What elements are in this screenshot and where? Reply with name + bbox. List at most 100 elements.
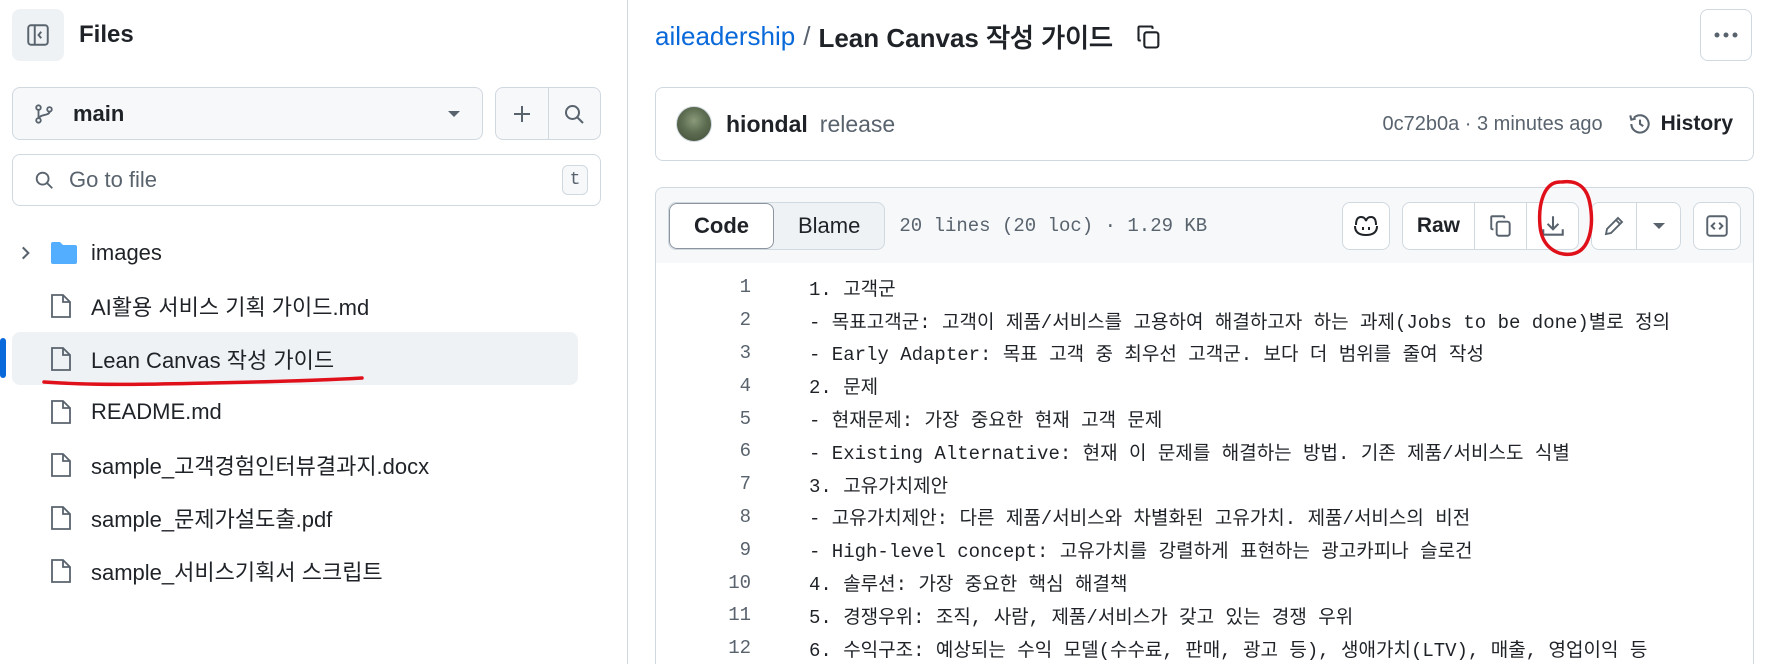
view-switcher: Code Blame	[668, 201, 886, 250]
plus-icon	[513, 105, 530, 122]
history-button[interactable]: History	[1627, 111, 1733, 137]
tree-item-label: images	[91, 239, 162, 265]
chevron-down-icon	[1652, 222, 1665, 229]
kebab-horizontal-icon	[1714, 32, 1738, 38]
copy-icon	[1489, 214, 1511, 237]
chevron-right-icon[interactable]	[16, 244, 34, 262]
line-number[interactable]: 12	[656, 637, 751, 659]
keyboard-shortcut-hint: t	[562, 165, 588, 195]
code-line: 12 6. 수익구조: 예상되는 수익 모델(수수료, 판매, 광고 등), 생애…	[656, 632, 1753, 664]
branch-selector[interactable]: main	[12, 87, 483, 140]
tree-item-file[interactable]: AI활용 서비스 기획 가이드.md	[0, 279, 628, 332]
edit-more-options-button[interactable]	[1636, 202, 1680, 249]
code-line: 9 - High-level concept: 고유가치를 강렬하게 표현하는 광…	[656, 533, 1753, 566]
download-raw-button[interactable]	[1526, 202, 1578, 249]
tree-item-label: AI활용 서비스 기획 가이드.md	[91, 294, 370, 320]
more-options-button[interactable]	[1700, 9, 1752, 61]
line-number[interactable]: 6	[656, 440, 751, 462]
tree-item-label: Lean Canvas 작성 가이드	[91, 347, 335, 373]
folder-icon	[51, 241, 77, 264]
search-icon	[565, 104, 584, 124]
copilot-icon	[1353, 215, 1378, 236]
edit-group	[1591, 201, 1681, 250]
file-info: 20 lines (20 loc) · 1.29 KB	[899, 214, 1208, 237]
tree-item-file-selected[interactable]: Lean Canvas 작성 가이드	[12, 332, 578, 385]
collapse-sidebar-button[interactable]	[12, 9, 64, 61]
line-number[interactable]: 5	[656, 408, 751, 430]
code-line: 2 - 목표고객군: 고객이 제품/서비스를 고용하여 해결하고자 하는 과제(J…	[656, 304, 1753, 337]
code-view: 1 1. 고객군 2 - 목표고객군: 고객이 제품/서비스를 고용하여 해결하고자 …	[655, 263, 1754, 664]
copilot-button[interactable]	[1341, 201, 1390, 250]
copy-raw-button[interactable]	[1474, 202, 1526, 249]
line-number[interactable]: 8	[656, 506, 751, 528]
raw-copy-download-group: Raw	[1401, 201, 1579, 250]
copy-icon	[1137, 24, 1160, 49]
file-icon	[51, 346, 71, 371]
commit-author[interactable]: hiondal	[726, 111, 808, 138]
sidebar-collapse-icon	[27, 24, 49, 46]
code-line-text: - High-level concept: 고유가치를 강렬하게 표현하는 광고…	[809, 541, 1473, 564]
tab-blame[interactable]: Blame	[774, 203, 884, 249]
page-title: Lean Canvas 작성 가이드	[818, 23, 1113, 53]
edit-file-button[interactable]	[1592, 203, 1636, 249]
code-line: 6 - Existing Alternative: 현재 이 문제를 해결하는 방…	[656, 435, 1753, 468]
search-icon	[35, 171, 53, 189]
commit-meta[interactable]: 0c72b0a · 3 minutes ago	[1382, 113, 1602, 136]
pencil-icon	[1604, 216, 1624, 235]
avatar[interactable]	[676, 106, 712, 142]
tree-item-file[interactable]: sample_서비스기획서 스크립트	[0, 544, 628, 597]
git-branch-icon	[35, 103, 53, 124]
add-file-button[interactable]	[496, 88, 548, 139]
code-line-text: - 현재문제: 가장 중요한 현재 고객 문제	[809, 410, 1163, 433]
go-to-file-input[interactable]	[69, 167, 562, 193]
line-number[interactable]: 7	[656, 473, 751, 495]
code-line: 11 5. 경쟁우위: 조직, 사람, 제품/서비스가 갖고 있는 경쟁 우위	[656, 599, 1753, 632]
code-line-text: 3. 고유가치제안	[809, 475, 949, 498]
code-line-text: 4. 솔루션: 가장 중요한 핵심 해결책	[809, 574, 1128, 597]
tab-code[interactable]: Code	[669, 202, 774, 249]
breadcrumb-repo-link[interactable]: aileadership	[655, 21, 795, 52]
commit-message[interactable]: release	[820, 111, 895, 138]
symbols-panel-button[interactable]	[1693, 201, 1741, 250]
line-number[interactable]: 3	[656, 342, 751, 364]
file-toolbar: Raw	[1341, 201, 1741, 250]
tree-actions	[495, 87, 601, 140]
sidebar-title: Files	[79, 21, 134, 48]
line-number[interactable]: 2	[656, 309, 751, 331]
tree-item-images[interactable]: images	[0, 226, 628, 279]
code-line: 3 - Early Adapter: 목표 고객 중 최우선 고객군. 보다 더 …	[656, 337, 1753, 370]
code-line-text: 2. 문제	[809, 377, 879, 400]
code-line: 1 1. 고객군	[656, 271, 1753, 304]
tree-item-label: sample_서비스기획서 스크립트	[91, 559, 383, 585]
line-number[interactable]: 10	[656, 572, 751, 594]
code-line-text: - 목표고객군: 고객이 제품/서비스를 고용하여 해결하고자 하는 과제(Jo…	[809, 311, 1671, 334]
breadcrumb-separator: /	[803, 21, 811, 51]
tree-item-label: README.md	[91, 398, 222, 424]
line-number[interactable]: 4	[656, 375, 751, 397]
file-icon	[51, 399, 71, 424]
line-number[interactable]: 9	[656, 539, 751, 561]
line-number[interactable]: 1	[656, 276, 751, 298]
branch-name: main	[73, 100, 125, 126]
code-line: 5 - 현재문제: 가장 중요한 현재 고객 문제	[656, 402, 1753, 435]
latest-commit-box: hiondal release 0c72b0a · 3 minutes ago …	[655, 87, 1754, 161]
code-line-text: - Existing Alternative: 현재 이 문제를 해결하는 방법…	[809, 442, 1570, 465]
code-line-text: 6. 수익구조: 예상되는 수익 모델(수수료, 판매, 광고 등), 생애가치…	[809, 639, 1648, 662]
raw-button[interactable]: Raw	[1403, 203, 1474, 249]
history-icon	[1628, 114, 1650, 134]
go-to-file-search[interactable]: t	[12, 154, 601, 206]
code-square-icon	[1706, 214, 1728, 237]
search-files-button[interactable]	[547, 88, 601, 139]
code-line-text: 1. 고객군	[809, 278, 896, 301]
tree-item-file[interactable]: sample_고객경험인터뷰결과지.docx	[0, 438, 628, 491]
download-icon	[1541, 215, 1564, 236]
line-number[interactable]: 11	[656, 604, 751, 626]
file-tree: images AI활용 서비스 기획 가이드.md Lean Canvas 작성…	[0, 226, 628, 597]
code-line: 7 3. 고유가치제안	[656, 468, 1753, 501]
code-line-text: - Early Adapter: 목표 고객 중 최우선 고객군. 보다 더 범…	[809, 344, 1484, 367]
copy-path-button[interactable]	[1135, 23, 1163, 51]
tree-item-file[interactable]: README.md	[0, 385, 628, 438]
chevron-down-icon	[448, 110, 460, 117]
file-header: Code Blame 20 lines (20 loc) · 1.29 KB R…	[655, 187, 1754, 264]
tree-item-file[interactable]: sample_문제가설도출.pdf	[0, 491, 628, 544]
